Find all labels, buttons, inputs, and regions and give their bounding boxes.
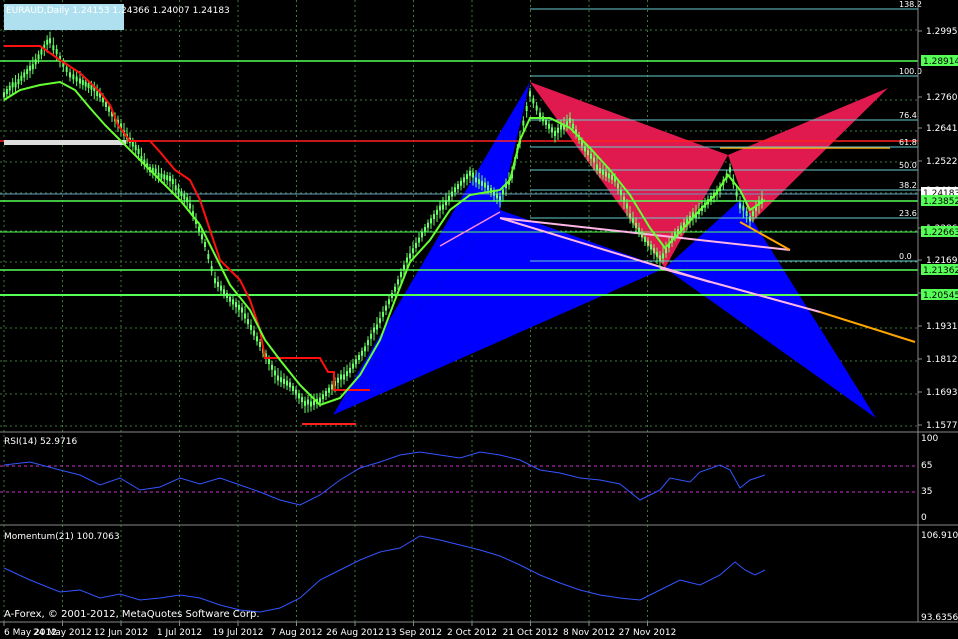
price-tick: 1.19310 — [926, 322, 958, 332]
momentum-label: Momentum(21) 100.7063 — [4, 532, 120, 542]
rsi-tick: 100 — [921, 434, 938, 444]
time-label: 13 Sep 2012 — [385, 628, 442, 638]
momentum-line — [3, 535, 766, 613]
rsi-tick: 35 — [921, 487, 932, 497]
rsi-tick: 65 — [921, 461, 932, 471]
fib-level-label: 61.8 — [899, 138, 917, 147]
time-label: 12 Jun 2012 — [94, 628, 148, 638]
fib-level-label: 23.6 — [899, 209, 917, 218]
price-chart[interactable]: 138.2100.076.461.850.038.223.60.0 1.2995… — [0, 0, 958, 639]
time-label: 7 Aug 2012 — [271, 628, 323, 638]
price-tick: 1.25225 — [926, 157, 958, 167]
price-axis[interactable]: 1.299501.276001.264101.252251.240451.228… — [917, 0, 958, 432]
fib-level-label: 0.0 — [899, 252, 912, 261]
time-label: 27 Nov 2012 — [619, 628, 677, 638]
copyright-text: A-Forex, © 2001-2012, MetaQuotes Softwar… — [4, 609, 260, 620]
time-label: 1 Jul 2012 — [157, 628, 202, 638]
rsi-panel[interactable]: RSI(14) 52.9716 100 65 35 0 — [0, 432, 938, 525]
fib-level-label: 76.4 — [899, 111, 917, 120]
symbol-title: EURAUD,Daily 1.24153 1.24366 1.24007 1.2… — [6, 6, 230, 16]
momentum-tick-high: 106.9104 — [921, 531, 958, 541]
price-level-value: 1.28914 — [923, 57, 958, 67]
time-axis[interactable]: 6 May 201224 May 2012 12 Jun 2012 1 Jul 20… — [0, 621, 958, 638]
price-tick: 1.15775 — [926, 421, 958, 431]
price-tick: 1.18120 — [926, 355, 958, 365]
rsi-line — [3, 451, 766, 506]
time-label: 8 Nov 2012 — [563, 628, 615, 638]
time-label: 19 Jul 2012 — [213, 628, 264, 638]
rsi-label: RSI(14) 52.9716 — [4, 437, 77, 447]
time-label: 26 Aug 2012 — [326, 628, 384, 638]
price-tick: 1.29950 — [926, 27, 958, 37]
price-level-value: 1.22663 — [923, 228, 958, 238]
price-tick: 1.27600 — [926, 93, 958, 103]
price-level-value: 1.21362 — [923, 266, 958, 276]
price-level-value: 1.20545 — [923, 291, 958, 301]
time-label: 2 Oct 2012 — [447, 628, 497, 638]
price-tick: 1.16930 — [926, 388, 958, 398]
time-label: 24 May 2012 — [33, 628, 92, 638]
time-label: 21 Oct 2012 — [503, 628, 559, 638]
fib-level-label: 50.0 — [899, 161, 917, 170]
trailing-stop-line — [4, 45, 370, 391]
fib-level-label: 38.2 — [899, 181, 917, 190]
rsi-tick: 0 — [921, 513, 927, 523]
price-level-value: 1.23852 — [923, 197, 958, 207]
price-tick: 1.26410 — [926, 124, 958, 134]
